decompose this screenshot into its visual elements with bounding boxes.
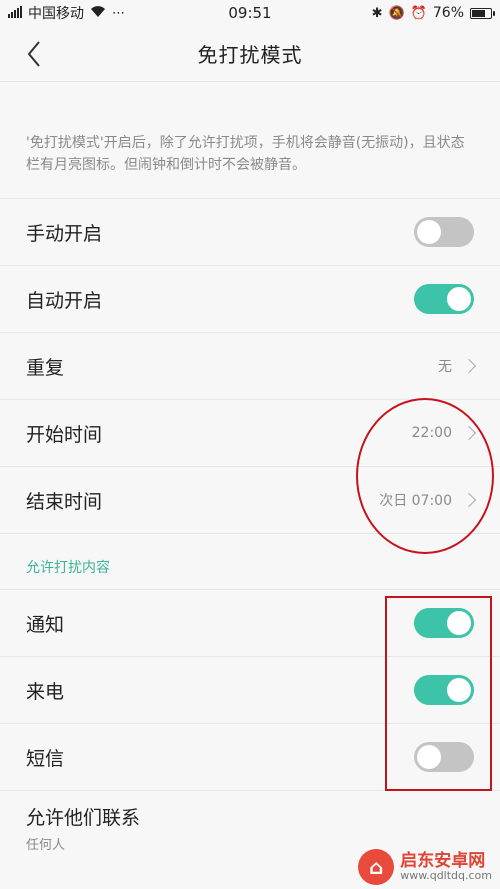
call-label: 来电 <box>26 680 65 703</box>
notify-toggle[interactable] <box>414 608 474 638</box>
call-toggle[interactable] <box>414 675 474 705</box>
watermark-url: www.qdltdq.com <box>400 869 492 883</box>
back-button[interactable] <box>18 38 50 70</box>
alarm-icon: ⏰ <box>410 5 427 21</box>
wifi-icon <box>90 5 106 21</box>
repeat-label: 重复 <box>26 356 65 379</box>
toggle-knob <box>417 220 441 244</box>
notify-label: 通知 <box>26 613 65 636</box>
repeat-value: 无 <box>438 359 452 375</box>
more-icon: ⋯ <box>112 5 125 21</box>
end-time-label: 结束时间 <box>26 490 103 513</box>
back-arrow-icon <box>27 41 40 67</box>
call-row: 来电 <box>0 657 500 724</box>
toggle-knob <box>447 611 471 635</box>
watermark: ⌂ 启东安卓网 www.qdltdq.com <box>358 849 492 885</box>
signal-icon <box>8 5 22 21</box>
end-time-value: 次日 07:00 <box>379 493 452 509</box>
chevron-right-icon <box>461 425 477 441</box>
start-time-row[interactable]: 开始时间 22:00 <box>0 400 500 467</box>
nav-bar: 免打扰模式 <box>0 26 500 82</box>
mode-description: '免打扰模式'开启后，除了允许打扰项，手机将会静音(无振动)，且状态栏有月亮图标… <box>0 82 500 199</box>
mute-bell-icon: 🔕 <box>388 5 405 21</box>
start-time-value: 22:00 <box>411 425 452 441</box>
toggle-knob <box>417 745 441 769</box>
chevron-right-icon <box>461 358 477 374</box>
manual-enable-label: 手动开启 <box>26 222 103 245</box>
bluetooth-icon: ✱ <box>371 5 383 21</box>
manual-enable-toggle[interactable] <box>414 217 474 247</box>
sms-toggle[interactable] <box>414 742 474 772</box>
battery-icon <box>470 7 495 19</box>
watermark-logo-icon: ⌂ <box>358 849 395 885</box>
status-bar: 中国移动 ⋯ 09:51 ✱ 🔕 ⏰ 76% <box>0 0 500 26</box>
allowed-section-title: 允许打扰内容 <box>0 534 500 590</box>
notify-row: 通知 <box>0 590 500 657</box>
end-time-row[interactable]: 结束时间 次日 07:00 <box>0 467 500 534</box>
sms-row: 短信 <box>0 724 500 791</box>
battery-level-fill <box>472 9 485 17</box>
toggle-knob <box>447 287 471 311</box>
sms-label: 短信 <box>26 747 65 770</box>
page-title: 免打扰模式 <box>197 43 303 67</box>
auto-enable-row: 自动开启 <box>0 266 500 333</box>
repeat-row[interactable]: 重复 无 <box>0 333 500 400</box>
carrier-name: 中国移动 <box>28 6 84 22</box>
chevron-right-icon <box>461 492 477 508</box>
allow-contacts-label: 允许他们联系 <box>26 807 141 829</box>
manual-enable-row: 手动开启 <box>0 199 500 266</box>
toggle-knob <box>447 678 471 702</box>
watermark-name: 启东安卓网 <box>400 850 486 871</box>
battery-percent: 76% <box>432 5 464 21</box>
auto-enable-toggle[interactable] <box>414 284 474 314</box>
auto-enable-label: 自动开启 <box>26 289 103 312</box>
start-time-label: 开始时间 <box>26 423 103 446</box>
